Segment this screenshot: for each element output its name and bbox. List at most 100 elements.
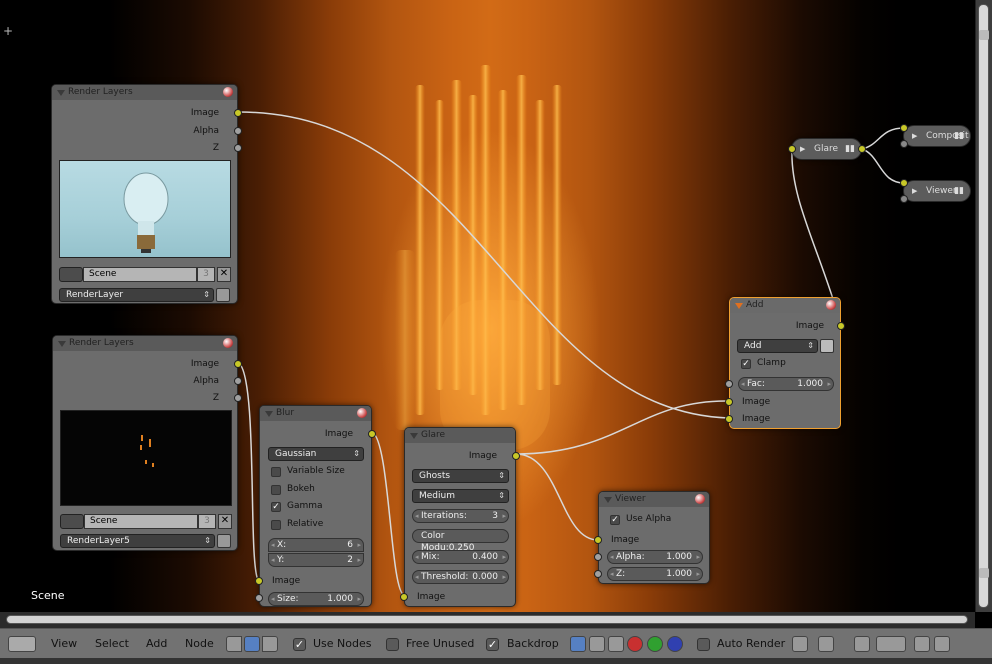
glare-node-collapsed[interactable]: Glare ▮▮ (791, 138, 862, 160)
node-header[interactable]: Glare (405, 428, 515, 443)
composite-node-collapsed[interactable]: Composit▮▮ (903, 125, 971, 147)
socket-alpha-out[interactable] (234, 377, 242, 385)
collapse-icon[interactable] (410, 433, 418, 439)
alpha-field[interactable]: Alpha: 1.000 (607, 550, 703, 564)
backdrop-color-alpha-icon[interactable] (570, 636, 586, 652)
socket-image-in[interactable] (255, 577, 263, 585)
parent-node-icon[interactable] (818, 636, 834, 652)
socket-image-out[interactable] (234, 360, 242, 368)
menu-node[interactable]: Node (185, 629, 214, 659)
size-field[interactable]: Size: 1.000 (268, 592, 364, 606)
color-modulation-field[interactable]: Color Modu:0.250 (412, 529, 509, 553)
iterations-field[interactable]: Iterations: 3 (412, 509, 509, 523)
horizontal-scrollbar[interactable] (0, 612, 975, 628)
node-header[interactable]: Viewer (599, 492, 709, 507)
socket-image-in[interactable] (400, 593, 408, 601)
quality-dropdown[interactable]: Medium (412, 489, 509, 503)
compositing-nodes-icon[interactable] (244, 636, 260, 652)
socket-image-in[interactable] (788, 145, 796, 153)
x-size-field[interactable]: X: 6 (268, 538, 364, 552)
scrollbar-thumb[interactable] (978, 4, 989, 608)
close-icon[interactable]: ✕ (217, 267, 231, 282)
camera-icon[interactable] (217, 534, 231, 548)
mix-field[interactable]: Mix: 0.400 (412, 550, 509, 564)
render-layer-dropdown[interactable]: RenderLayer5 (60, 534, 215, 548)
socket-z-out[interactable] (234, 394, 242, 402)
socket-z-in[interactable] (594, 570, 602, 578)
blend-mode-dropdown[interactable]: Add (737, 339, 818, 353)
backdrop-color-icon[interactable] (608, 636, 624, 652)
scene-browse-icon[interactable] (59, 267, 83, 282)
collapse-icon[interactable] (735, 303, 743, 309)
scroll-up-handle[interactable] (979, 30, 989, 40)
node-header[interactable]: Blur (260, 406, 371, 421)
scene-browse-icon[interactable] (60, 514, 84, 529)
use-nodes-checkbox[interactable]: ✓ (293, 638, 306, 651)
preview-toggle-icon[interactable] (826, 300, 836, 310)
pin-icon[interactable] (792, 636, 808, 652)
socket-alpha-in[interactable] (594, 553, 602, 561)
socket-z-out[interactable] (234, 144, 242, 152)
collapse-icon[interactable] (265, 411, 273, 417)
variable-size-checkbox[interactable] (271, 467, 281, 477)
socket-image-out[interactable] (368, 430, 376, 438)
relative-checkbox[interactable] (271, 520, 281, 530)
socket-alpha-out[interactable] (234, 127, 242, 135)
preview-toggle-icon[interactable] (223, 87, 233, 97)
camera-icon[interactable] (216, 288, 230, 302)
preview-toggle-icon[interactable] (357, 408, 367, 418)
menu-add[interactable]: Add (146, 629, 167, 659)
gamma-checkbox[interactable]: ✓ (271, 502, 281, 512)
shader-nodes-icon[interactable] (226, 636, 242, 652)
scene-name-field[interactable]: Scene (84, 514, 198, 529)
socket-image2-in[interactable] (725, 415, 733, 423)
scene-selector[interactable]: Scene 3 ✕ (60, 514, 232, 529)
free-unused-checkbox[interactable] (386, 638, 399, 651)
filter-type-dropdown[interactable]: Gaussian (268, 447, 364, 461)
render-layers-node-2[interactable]: Render Layers Image Alpha Z Scene 3 ✕ Re… (52, 335, 242, 551)
collapse-icon[interactable] (58, 341, 66, 347)
preview-toggle-icon[interactable] (223, 338, 233, 348)
texture-nodes-icon[interactable] (262, 636, 278, 652)
vertical-scrollbar[interactable] (975, 0, 992, 612)
y-size-field[interactable]: Y: 2 (268, 553, 364, 567)
blur-node[interactable]: Blur Image Gaussian Variable Size Bokeh … (255, 405, 376, 607)
socket-fac-in[interactable] (725, 380, 733, 388)
socket-image1-in[interactable] (725, 398, 733, 406)
scroll-down-handle[interactable] (979, 568, 989, 578)
alpha-toggle-icon[interactable] (820, 339, 834, 353)
socket-image-out[interactable] (858, 145, 866, 153)
scene-name-field[interactable]: Scene (83, 267, 197, 282)
socket-image-out[interactable] (234, 109, 242, 117)
bokeh-checkbox[interactable] (271, 485, 281, 495)
threshold-field[interactable]: Threshold:0.000 (412, 570, 509, 584)
scrollbar-thumb[interactable] (6, 615, 968, 624)
node-header[interactable]: Render Layers (53, 336, 237, 351)
viewer-node[interactable]: Viewer ✓ Use Alpha Image Alpha: 1.000 Z: 1… (594, 491, 710, 584)
snap-icon[interactable] (854, 636, 870, 652)
red-channel-icon[interactable] (627, 636, 643, 652)
copy-nodes-icon[interactable] (914, 636, 930, 652)
menu-view[interactable]: View (51, 629, 77, 659)
socket-size-in[interactable] (255, 594, 263, 602)
glare-type-dropdown[interactable]: Ghosts (412, 469, 509, 483)
close-icon[interactable]: ✕ (218, 514, 232, 529)
blue-channel-icon[interactable] (667, 636, 683, 652)
collapse-icon[interactable] (604, 497, 612, 503)
add-region-icon[interactable]: + (3, 24, 13, 38)
editor-type-icon[interactable] (8, 636, 36, 652)
socket-alpha-in[interactable] (900, 140, 908, 148)
menu-select[interactable]: Select (95, 629, 129, 659)
scene-selector[interactable]: Scene 3 ✕ (59, 267, 231, 282)
socket-alpha-in[interactable] (900, 195, 908, 203)
node-header[interactable]: Render Layers (52, 85, 237, 100)
paste-nodes-icon[interactable] (934, 636, 950, 652)
preview-toggle-icon[interactable] (695, 494, 705, 504)
render-layers-node-1[interactable]: Render Layers Image Alpha Z Scene 3 ✕ Re… (51, 84, 242, 304)
snap-element-icon[interactable] (876, 636, 906, 652)
add-mix-node[interactable]: Add Image Add ✓ Clamp Fac: 1.000 Image Im… (725, 297, 845, 429)
node-header[interactable]: Add (730, 298, 840, 313)
render-layer-dropdown[interactable]: RenderLayer (59, 288, 214, 302)
auto-render-checkbox[interactable] (697, 638, 710, 651)
backdrop-checkbox[interactable]: ✓ (486, 638, 499, 651)
